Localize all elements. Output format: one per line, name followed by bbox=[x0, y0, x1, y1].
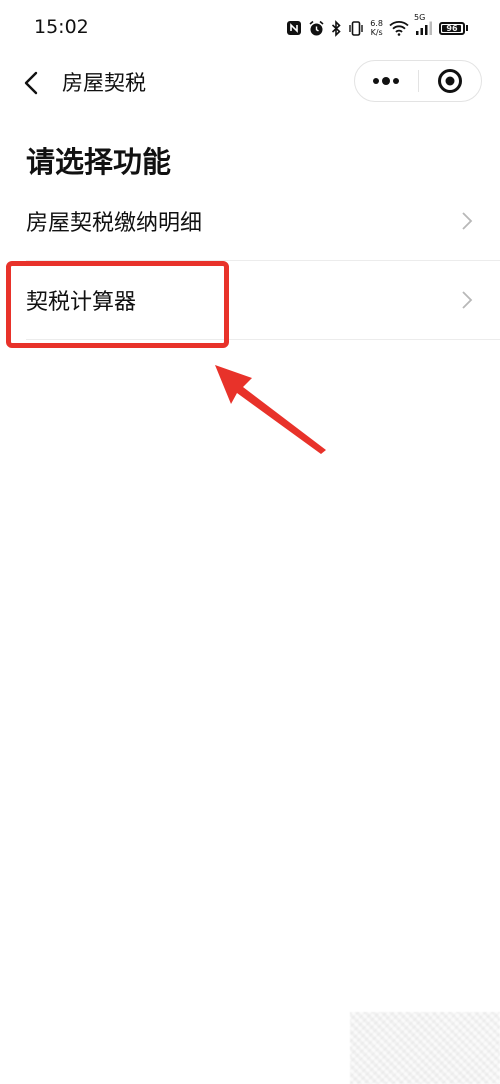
battery-body: 96 bbox=[439, 21, 465, 35]
nav-bar: 房屋契税 bbox=[0, 56, 500, 108]
battery-tip bbox=[466, 25, 468, 31]
net-speed-value: 6.8 bbox=[370, 19, 383, 28]
signal-label: 5G bbox=[414, 13, 426, 22]
more-dots-icon bbox=[373, 77, 400, 85]
watermark bbox=[350, 1012, 500, 1084]
net-speed-unit: K/s bbox=[370, 28, 383, 37]
red-arrow-annotation bbox=[215, 365, 326, 454]
battery-icon: 96 bbox=[439, 21, 468, 35]
chevron-right-icon bbox=[462, 212, 473, 230]
mini-program-capsule bbox=[354, 60, 482, 102]
status-icons: 6.8 K/s 5G 96 bbox=[286, 14, 468, 40]
nfc-icon bbox=[286, 20, 302, 36]
nav-title: 房屋契税 bbox=[62, 71, 146, 95]
back-button[interactable] bbox=[14, 66, 48, 100]
status-bar: 15:02 6.8 K/s 5G 96 bbox=[0, 0, 500, 56]
more-button[interactable] bbox=[355, 61, 418, 101]
battery-level-text: 96 bbox=[446, 23, 458, 33]
chevron-left-icon bbox=[24, 71, 38, 95]
signal-icon: 5G bbox=[414, 14, 433, 36]
alarm-icon bbox=[308, 20, 325, 37]
status-time: 15:02 bbox=[34, 16, 89, 38]
page-title: 请选择功能 bbox=[26, 145, 172, 179]
target-circle-icon bbox=[437, 69, 462, 93]
highlight-box bbox=[6, 261, 229, 348]
page: 15:02 6.8 K/s 5G 96 房屋契税 请选择功能 房屋契税缴纳明细 … bbox=[0, 0, 500, 1084]
vibrate-icon bbox=[348, 20, 364, 37]
net-speed: 6.8 K/s bbox=[370, 19, 383, 37]
menu-item-deed-tax-payment-details[interactable]: 房屋契税缴纳明细 bbox=[26, 182, 474, 260]
chevron-right-icon bbox=[462, 291, 473, 309]
close-button[interactable] bbox=[418, 61, 481, 101]
wifi-icon bbox=[389, 20, 409, 36]
bluetooth-icon bbox=[331, 19, 342, 37]
menu-item-label: 房屋契税缴纳明细 bbox=[26, 211, 203, 236]
